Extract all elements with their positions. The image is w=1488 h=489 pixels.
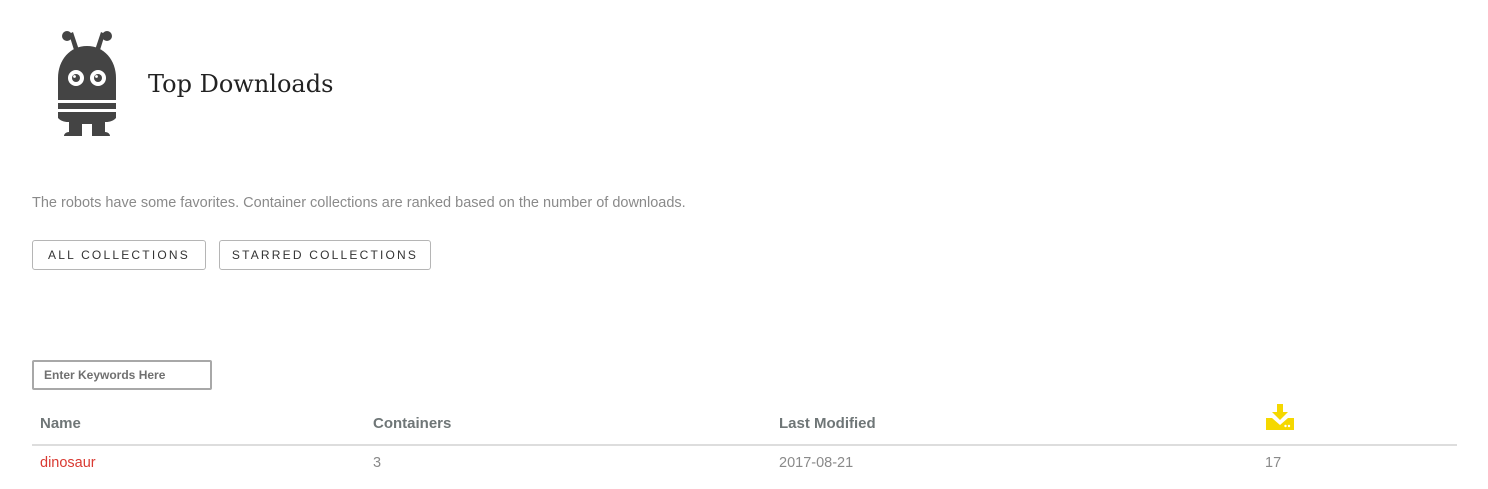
column-header-containers[interactable]: Containers [373,415,451,432]
starred-collections-button[interactable]: Starred Collections [219,240,431,270]
column-header-name[interactable]: Name [40,415,81,432]
table-row: dinosaur 3 2017-08-21 17 [32,446,1457,482]
column-header-last-modified[interactable]: Last Modified [779,415,876,432]
robot-logo-icon [58,31,116,136]
all-collections-button[interactable]: All Collections [32,240,206,270]
page-title: Top Downloads [148,70,334,98]
downloads-count: 17 [1265,455,1282,471]
table-header: Name Containers Last Modified [32,400,1457,446]
containers-count: 3 [373,455,382,471]
search-input[interactable] [32,360,212,390]
download-icon[interactable] [1265,404,1295,430]
page-header: Top Downloads [52,28,652,138]
last-modified-date: 2017-08-21 [779,455,854,471]
page-description: The robots have some favorites. Containe… [32,195,686,211]
collection-link[interactable]: dinosaur [40,455,96,471]
